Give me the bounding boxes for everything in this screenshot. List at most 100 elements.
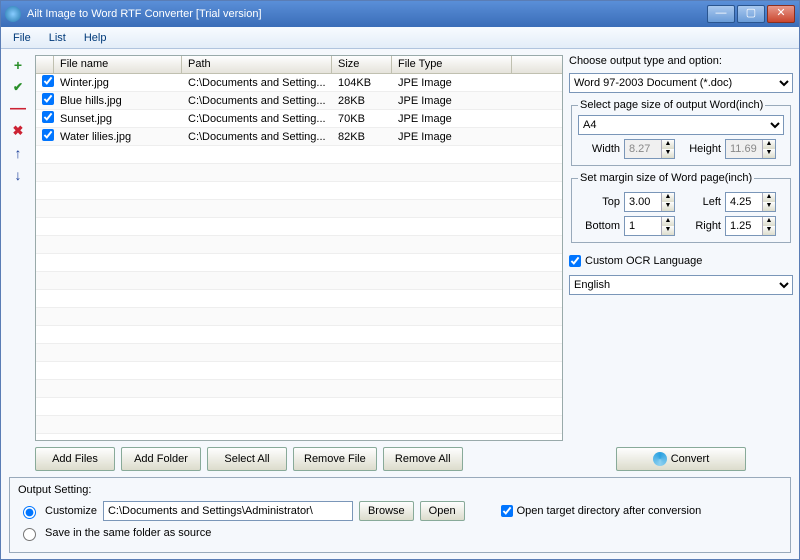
add-icon[interactable]: + [10, 57, 26, 73]
table-row-empty [36, 218, 562, 236]
page-size-group: Select page size of output Word(inch) A4… [571, 99, 791, 166]
move-up-icon[interactable]: ↑ [10, 145, 26, 161]
table-row-empty [36, 416, 562, 434]
remove-icon[interactable]: — [10, 101, 26, 117]
table-row-empty [36, 380, 562, 398]
output-type-select[interactable]: Word 97-2003 Document (*.doc) [569, 73, 793, 93]
table-row-empty [36, 164, 562, 182]
table-row-empty [36, 200, 562, 218]
open-after-label: Open target directory after conversion [517, 505, 702, 517]
cell-name: Winter.jpg [54, 76, 182, 90]
bottom-stepper[interactable]: ▲▼ [624, 216, 675, 236]
table-row-empty [36, 362, 562, 380]
ocr-language-select[interactable]: English [569, 275, 793, 295]
output-setting-group: Output Setting: Customize Browse Open Op… [9, 477, 791, 553]
add-files-button[interactable]: Add Files [35, 447, 115, 471]
open-button[interactable]: Open [420, 501, 465, 521]
menu-file[interactable]: File [5, 30, 39, 46]
top-label: Top [578, 196, 620, 208]
remove-all-button[interactable]: Remove All [383, 447, 463, 471]
app-icon [5, 6, 21, 22]
page-size-legend: Select page size of output Word(inch) [578, 99, 765, 111]
customize-radio[interactable] [23, 506, 36, 519]
output-path-input[interactable] [103, 501, 353, 521]
table-row[interactable]: Blue hills.jpgC:\Documents and Setting..… [36, 92, 562, 110]
right-stepper[interactable]: ▲▼ [725, 216, 776, 236]
table-row-empty [36, 290, 562, 308]
customize-label: Customize [45, 505, 97, 517]
table-row[interactable]: Sunset.jpgC:\Documents and Setting...70K… [36, 110, 562, 128]
table-row-empty [36, 308, 562, 326]
table-row-empty [36, 182, 562, 200]
col-header-size[interactable]: Size [332, 56, 392, 73]
page-size-preset-select[interactable]: A4 [578, 115, 784, 135]
table-row-empty [36, 398, 562, 416]
col-header-type[interactable]: File Type [392, 56, 512, 73]
table-row-empty [36, 236, 562, 254]
row-checkbox[interactable] [42, 129, 54, 141]
cell-size: 82KB [332, 130, 392, 144]
row-checkbox[interactable] [42, 93, 54, 105]
file-list: File name Path Size File Type Winter.jpg… [35, 55, 563, 441]
bottom-label: Bottom [578, 220, 620, 232]
cell-path: C:\Documents and Setting... [182, 94, 332, 108]
width-label: Width [578, 143, 620, 155]
side-toolbar: + ✔ — ✖ ↑ ↓ [7, 55, 29, 441]
cell-size: 104KB [332, 76, 392, 90]
convert-button[interactable]: Convert [616, 447, 746, 471]
ocr-checkbox[interactable] [569, 255, 581, 267]
cell-name: Sunset.jpg [54, 112, 182, 126]
margin-group: Set margin size of Word page(inch) Top ▲… [571, 172, 791, 243]
save-same-radio[interactable] [23, 528, 36, 541]
ocr-label: Custom OCR Language [585, 255, 702, 267]
table-row-empty [36, 254, 562, 272]
top-stepper[interactable]: ▲▼ [624, 192, 675, 212]
left-stepper[interactable]: ▲▼ [725, 192, 776, 212]
output-legend: Output Setting: [18, 484, 782, 496]
window-title: Ailt Image to Word RTF Converter [Trial … [27, 8, 707, 20]
width-stepper[interactable]: ▲▼ [624, 139, 675, 159]
table-row[interactable]: Winter.jpgC:\Documents and Setting...104… [36, 74, 562, 92]
cell-type: JPE Image [392, 130, 512, 144]
cell-path: C:\Documents and Setting... [182, 130, 332, 144]
menubar: File List Help [1, 27, 799, 49]
menu-help[interactable]: Help [76, 30, 115, 46]
convert-icon [653, 452, 667, 466]
cell-type: JPE Image [392, 112, 512, 126]
height-stepper[interactable]: ▲▼ [725, 139, 776, 159]
check-all-icon[interactable]: ✔ [10, 79, 26, 95]
menu-list[interactable]: List [41, 30, 74, 46]
save-same-label: Save in the same folder as source [45, 527, 211, 539]
cell-type: JPE Image [392, 94, 512, 108]
table-row[interactable]: Water lilies.jpgC:\Documents and Setting… [36, 128, 562, 146]
table-row-empty [36, 272, 562, 290]
cell-path: C:\Documents and Setting... [182, 112, 332, 126]
cell-size: 28KB [332, 94, 392, 108]
cell-size: 70KB [332, 112, 392, 126]
cell-name: Water lilies.jpg [54, 130, 182, 144]
select-all-button[interactable]: Select All [207, 447, 287, 471]
remove-file-button[interactable]: Remove File [293, 447, 377, 471]
row-checkbox[interactable] [42, 75, 54, 87]
options-panel: Choose output type and option: Word 97-2… [569, 55, 793, 441]
col-header-path[interactable]: Path [182, 56, 332, 73]
choose-output-label: Choose output type and option: [569, 55, 793, 67]
margin-legend: Set margin size of Word page(inch) [578, 172, 754, 184]
table-row-empty [36, 326, 562, 344]
col-header-name[interactable]: File name [54, 56, 182, 73]
height-label: Height [679, 143, 721, 155]
maximize-button[interactable]: ▢ [737, 5, 765, 23]
browse-button[interactable]: Browse [359, 501, 414, 521]
cell-type: JPE Image [392, 76, 512, 90]
titlebar: Ailt Image to Word RTF Converter [Trial … [1, 1, 799, 27]
table-row-empty [36, 146, 562, 164]
open-after-checkbox[interactable] [501, 505, 513, 517]
right-label: Right [679, 220, 721, 232]
move-down-icon[interactable]: ↓ [10, 167, 26, 183]
close-button[interactable]: ✕ [767, 5, 795, 23]
left-label: Left [679, 196, 721, 208]
row-checkbox[interactable] [42, 111, 54, 123]
add-folder-button[interactable]: Add Folder [121, 447, 201, 471]
delete-icon[interactable]: ✖ [10, 123, 26, 139]
minimize-button[interactable]: — [707, 5, 735, 23]
